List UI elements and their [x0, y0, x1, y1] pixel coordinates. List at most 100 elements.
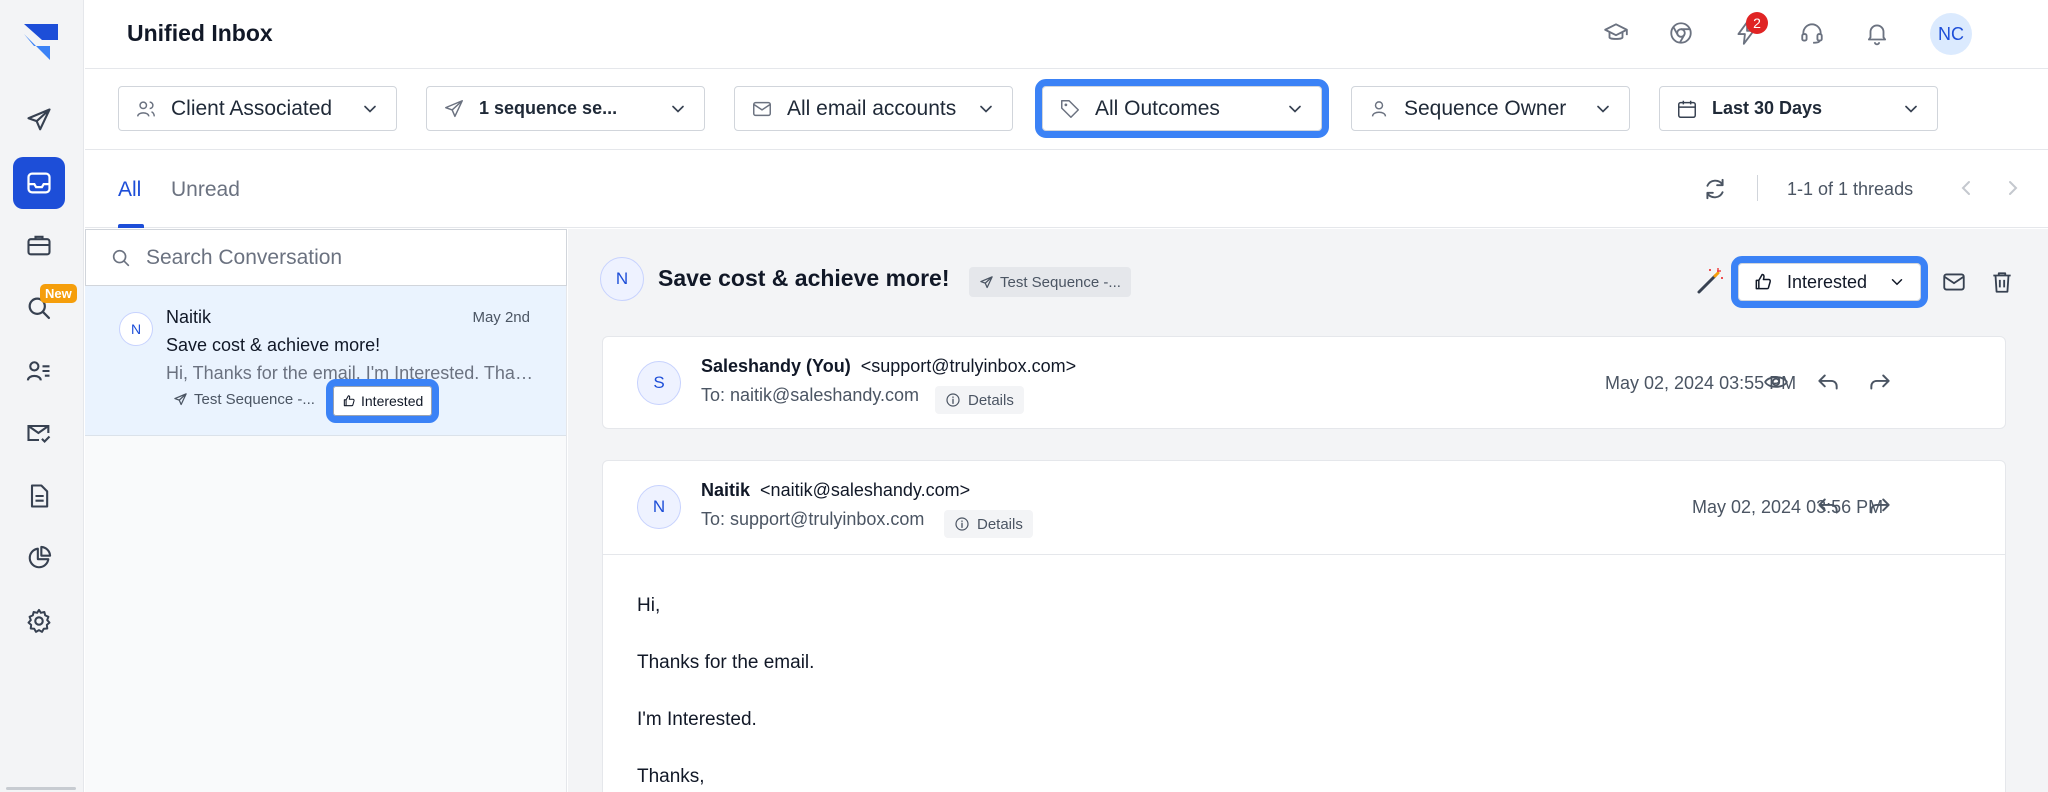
email-body-line: Thanks for the email. [637, 652, 815, 673]
reply-icon[interactable] [1815, 493, 1841, 519]
sidebar-scrollbar[interactable] [6, 787, 76, 790]
chevron-right-icon[interactable] [2001, 176, 2025, 200]
email-recipient: To: naitik@saleshandy.com [701, 385, 920, 405]
user-icon [1371, 100, 1387, 117]
thumbs-up-icon [1755, 273, 1771, 290]
tab-all[interactable]: All [118, 178, 141, 202]
paper-plane-icon [174, 393, 187, 406]
email-accounts-filter-select[interactable]: All email accounts [734, 86, 1013, 131]
sidebar-item-settings[interactable] [13, 595, 65, 647]
sidebar: New [0, 0, 84, 792]
email-sender: Saleshandy (You) <support@trulyinbox.com… [701, 356, 1076, 377]
outcome-badge[interactable]: Interested [325, 379, 440, 423]
avatar: N [119, 312, 153, 346]
search-input[interactable] [146, 245, 546, 270]
tag-icon [1061, 99, 1079, 118]
sequence-tag: Test Sequence -... [173, 391, 315, 408]
user-list-icon [26, 361, 50, 381]
sender-name: Naitik [701, 480, 751, 500]
client-filter-select[interactable]: Client Associated [118, 86, 397, 131]
sequence-owner-filter-label: Sequence Owner [1404, 96, 1567, 120]
chevron-down-icon [364, 105, 376, 113]
outcomes-filter-select[interactable]: All Outcomes [1035, 79, 1329, 138]
email-accounts-filter-label: All email accounts [787, 96, 957, 120]
sidebar-item-briefcase[interactable] [13, 219, 65, 271]
app-logo[interactable] [20, 20, 62, 62]
info-icon [955, 517, 969, 531]
pie-chart-icon [28, 545, 52, 569]
notification-count-badge: 2 [1746, 12, 1768, 34]
avatar: N [637, 485, 681, 529]
gear-icon [27, 608, 51, 633]
inbox-icon [27, 172, 51, 194]
forward-icon[interactable] [1867, 369, 1893, 395]
filter-bar: Client Associated 1 sequence se... All e… [85, 70, 2048, 150]
email-body-line: Hi, [637, 595, 661, 616]
email-body-line: I'm Interested. [637, 709, 757, 730]
outcome-select-button[interactable]: Interested [1731, 256, 1928, 308]
sidebar-item-unified-inbox[interactable] [13, 157, 65, 209]
tab-unread[interactable]: Unread [171, 178, 240, 202]
sender-email: <naitik@saleshandy.com> [760, 480, 971, 500]
refresh-icon[interactable] [1702, 176, 1728, 202]
page-title: Unified Inbox [127, 20, 273, 46]
new-badge: New [40, 284, 77, 303]
sidebar-item-reports[interactable] [13, 532, 65, 584]
paper-plane-icon [980, 275, 993, 288]
chrome-extension-button[interactable] [1665, 17, 1697, 49]
pagination-text: 1-1 of 1 threads [1787, 179, 1914, 199]
search-bar[interactable] [85, 229, 567, 286]
outcomes-filter-label: All Outcomes [1095, 96, 1220, 120]
mail-icon [753, 101, 771, 116]
email-message[interactable]: S Saleshandy (You) <support@trulyinbox.c… [602, 336, 2006, 429]
email-message[interactable]: N Naitik <naitik@saleshandy.com> To: sup… [602, 460, 2006, 792]
paper-plane-icon [445, 99, 463, 117]
conversation-item[interactable]: N Naitik May 2nd Save cost & achieve mor… [85, 286, 566, 436]
sidebar-item-templates[interactable] [13, 470, 65, 522]
sequence-tag-label: Test Sequence -... [194, 391, 315, 408]
forward-icon[interactable] [1867, 493, 1893, 519]
info-icon [946, 393, 960, 407]
whats-new-button[interactable]: 2 [1730, 12, 1768, 49]
details-button[interactable]: Details [935, 386, 1024, 414]
mail-check-icon [27, 424, 51, 444]
user-avatar[interactable]: NC [1930, 13, 1972, 55]
outcome-badge-label: Interested [361, 393, 424, 409]
eye-icon[interactable] [1763, 369, 1789, 395]
conversation-date: May 2nd [472, 309, 530, 326]
sequence-owner-filter-select[interactable]: Sequence Owner [1351, 86, 1630, 131]
email-date: May 02, 2024 03:56 PM [1692, 497, 1884, 517]
avatar: S [637, 361, 681, 405]
email-recipient: To: support@trulyinbox.com [701, 509, 925, 529]
details-label: Details [968, 391, 1014, 409]
details-button[interactable]: Details [944, 510, 1033, 538]
users-icon [137, 100, 155, 117]
email-body-line: Thanks, [637, 766, 705, 787]
sequence-tag-label: Test Sequence -... [1000, 273, 1121, 291]
conversation-subject: Save cost & achieve more! [166, 335, 381, 355]
date-range-filter-select[interactable]: Last 30 Days [1659, 86, 1938, 131]
active-tab-indicator [118, 224, 144, 228]
sidebar-item-prospects[interactable] [13, 345, 65, 397]
sidebar-item-email-accounts[interactable] [13, 407, 65, 459]
magic-wand-icon[interactable] [1695, 266, 1725, 296]
mail-icon[interactable] [1941, 269, 1967, 295]
chevron-down-icon [1905, 105, 1917, 113]
search-icon [112, 249, 130, 266]
chevron-left-icon[interactable] [1954, 176, 1978, 200]
sequence-tag[interactable]: Test Sequence -... [969, 267, 1131, 297]
conversation-preview: Hi, Thanks for the email. I'm Interested… [166, 363, 536, 383]
trash-icon[interactable] [1989, 269, 2015, 295]
notifications-button[interactable] [1861, 17, 1893, 49]
sidebar-item-sequences[interactable] [13, 94, 65, 146]
sequence-filter-select[interactable]: 1 sequence se... [426, 86, 705, 131]
sequence-filter-label: 1 sequence se... [479, 98, 618, 118]
support-button[interactable] [1796, 17, 1828, 49]
divider [603, 554, 2005, 555]
thumbs-up-icon [343, 395, 355, 407]
details-label: Details [977, 515, 1023, 533]
divider [1757, 175, 1758, 201]
reply-icon[interactable] [1815, 369, 1841, 395]
briefcase-icon [27, 235, 51, 256]
academy-button[interactable] [1600, 17, 1632, 49]
